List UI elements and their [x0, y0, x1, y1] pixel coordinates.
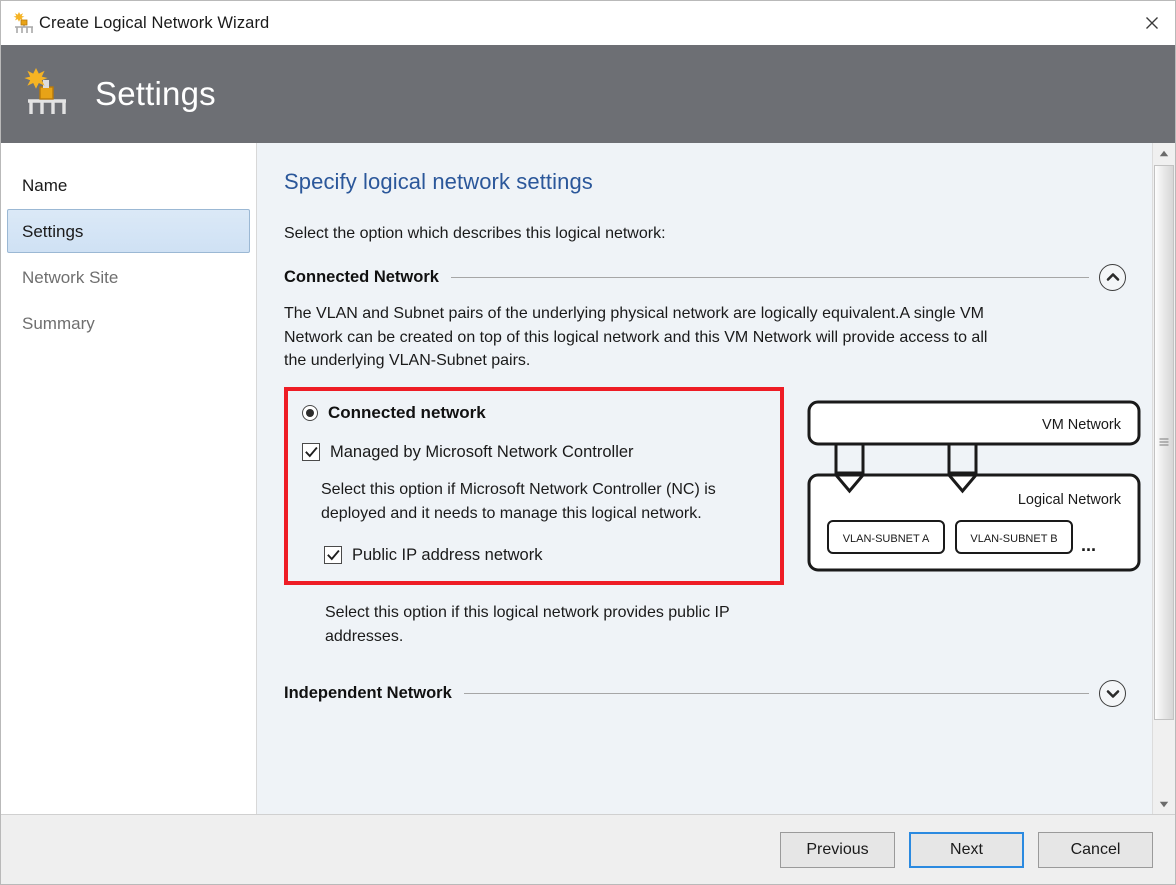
public-ip-label: Public IP address network — [352, 545, 543, 564]
option-row: Connected network Managed by Microsoft N… — [284, 386, 1141, 585]
network-topology-diagram: VM Network Logical Network VLAN-SUBNET A… — [806, 399, 1146, 579]
managed-by-nc-row[interactable]: Managed by Microsoft Network Controller — [302, 443, 766, 462]
next-button[interactable]: Next — [909, 831, 1024, 868]
checkbox-public-ip-address-network[interactable] — [324, 546, 342, 565]
public-ip-help-text: Select this option if this logical netwo… — [325, 603, 730, 645]
page-header: Settings — [1, 45, 1175, 143]
diagram-subnet-a-label: VLAN-SUBNET A — [843, 533, 930, 545]
checkbox-managed-by-network-controller[interactable] — [302, 443, 320, 462]
connected-network-radio-label: Connected network — [328, 402, 486, 422]
close-icon[interactable] — [1129, 1, 1175, 44]
page-header-title: Settings — [95, 75, 216, 112]
diagram-logical-network-label: Logical Network — [1018, 492, 1122, 508]
settings-content: Specify logical network settings Select … — [257, 143, 1152, 814]
content-pane: Specify logical network settings Select … — [257, 143, 1175, 814]
scrollbar-thumb[interactable] — [1154, 165, 1174, 720]
window-title: Create Logical Network Wizard — [39, 13, 270, 32]
wizard-window: Create Logical Network Wizard Settings N… — [0, 0, 1176, 885]
content-scrollbar[interactable] — [1152, 143, 1175, 814]
scrollbar-track[interactable] — [1153, 163, 1175, 794]
section-divider — [463, 693, 1089, 695]
connected-network-radio-row[interactable]: Connected network — [302, 403, 766, 423]
previous-button[interactable]: Previous — [780, 831, 895, 868]
radio-button-connected-network[interactable] — [302, 404, 318, 421]
cancel-button[interactable]: Cancel — [1038, 831, 1153, 868]
sidebar-item-name[interactable]: Name — [7, 163, 250, 207]
wizard-body: Name Settings Network Site Summary Speci… — [1, 143, 1175, 814]
independent-network-label: Independent Network — [284, 684, 452, 703]
radio-dot — [306, 408, 314, 417]
connected-network-label: Connected Network — [284, 267, 439, 286]
chevron-down-icon[interactable] — [1099, 680, 1126, 708]
diagram-subnet-b-label: VLAN-SUBNET B — [970, 533, 1057, 545]
managed-by-nc-help-text: Select this option if Microsoft Network … — [321, 480, 716, 522]
wizard-footer: Previous Next Cancel — [1, 814, 1175, 884]
diagram-ellipsis: ... — [1081, 535, 1096, 555]
wizard-steps-sidebar: Name Settings Network Site Summary — [1, 143, 257, 814]
sidebar-item-settings[interactable]: Settings — [7, 209, 250, 253]
chevron-up-icon[interactable] — [1099, 263, 1126, 291]
logical-network-icon — [11, 10, 37, 36]
section-divider — [450, 276, 1089, 278]
scrollbar-grip — [1159, 438, 1169, 447]
connected-network-description: The VLAN and Subnet pairs of the underly… — [284, 305, 988, 370]
sidebar-item-network-site[interactable]: Network Site — [7, 255, 250, 299]
triangle-up-icon[interactable] — [1153, 143, 1175, 163]
intro-text: Select the option which describes this l… — [284, 225, 666, 242]
triangle-down-icon[interactable] — [1153, 794, 1175, 814]
managed-by-nc-label: Managed by Microsoft Network Controller — [330, 442, 634, 461]
page-title: Specify logical network settings — [284, 169, 593, 194]
public-ip-row[interactable]: Public IP address network — [324, 546, 766, 565]
sidebar-item-summary[interactable]: Summary — [7, 301, 250, 345]
independent-network-section-header: Independent Network — [284, 680, 1126, 708]
connected-network-section-header: Connected Network — [284, 263, 1126, 291]
title-bar: Create Logical Network Wizard — [1, 1, 1175, 45]
highlight-box: Connected network Managed by Microsoft N… — [284, 386, 784, 585]
diagram-vm-network-label: VM Network — [1042, 417, 1122, 433]
logical-network-icon — [19, 66, 75, 122]
